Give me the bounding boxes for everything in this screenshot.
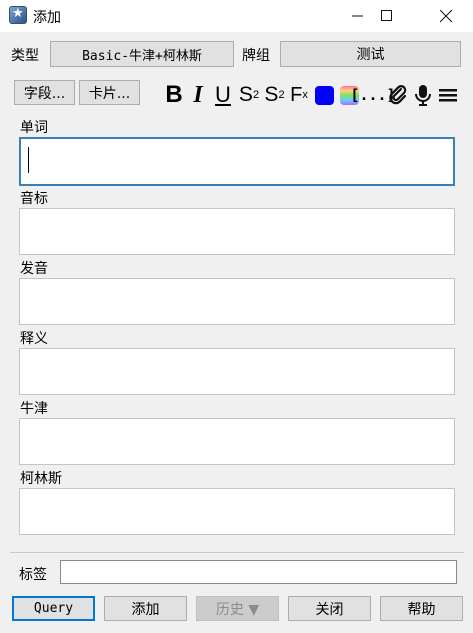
tags-label: 标签: [19, 567, 47, 583]
field-definition-input[interactable]: [19, 348, 455, 395]
note-type-selector[interactable]: Basic-牛津+柯林斯: [50, 41, 234, 67]
tags-input[interactable]: [60, 560, 457, 584]
history-button[interactable]: 历史 ▼: [196, 596, 279, 621]
close-button[interactable]: 关闭: [288, 596, 371, 621]
field-word-input[interactable]: [19, 137, 455, 186]
superscript-icon[interactable]: S2: [237, 81, 261, 109]
field-label-definition: 释义: [20, 331, 48, 347]
query-button[interactable]: Query: [12, 596, 95, 621]
attach-icon[interactable]: [387, 81, 409, 109]
bold-icon[interactable]: B: [163, 81, 185, 109]
field-phonetic-input[interactable]: [19, 208, 455, 255]
clear-format-icon[interactable]: Fx: [288, 81, 310, 109]
more-menu-icon[interactable]: [437, 81, 459, 109]
deck-label: 牌组: [242, 48, 270, 64]
field-label-collins: 柯林斯: [20, 471, 62, 487]
note-type-label: 类型: [11, 48, 39, 64]
help-button[interactable]: 帮助: [380, 596, 463, 621]
italic-icon[interactable]: I: [189, 81, 207, 109]
subscript-icon[interactable]: S2: [262, 81, 287, 109]
field-collins-input[interactable]: [19, 488, 455, 535]
underline-icon[interactable]: U: [212, 81, 234, 109]
window-title: 添加: [33, 10, 61, 26]
maximize-icon[interactable]: [364, 0, 410, 32]
close-window-icon[interactable]: [423, 0, 469, 32]
field-oxford-input[interactable]: [19, 418, 455, 465]
cloze-icon[interactable]: [...]: [350, 81, 395, 109]
text-color-icon[interactable]: [313, 81, 335, 109]
app-icon: [9, 6, 27, 24]
field-label-pronunciation: 发音: [20, 261, 48, 277]
separator: [10, 552, 464, 553]
record-audio-icon[interactable]: [412, 81, 434, 109]
add-button[interactable]: 添加: [104, 596, 187, 621]
field-label-word: 单词: [20, 120, 48, 136]
fields-button[interactable]: 字段...: [14, 80, 75, 105]
field-label-phonetic: 音标: [20, 191, 48, 207]
text-caret: [28, 147, 29, 173]
cards-button[interactable]: 卡片...: [79, 80, 140, 105]
deck-selector[interactable]: 测试: [280, 41, 461, 67]
field-pronunciation-input[interactable]: [19, 278, 455, 325]
field-label-oxford: 牛津: [20, 401, 48, 417]
